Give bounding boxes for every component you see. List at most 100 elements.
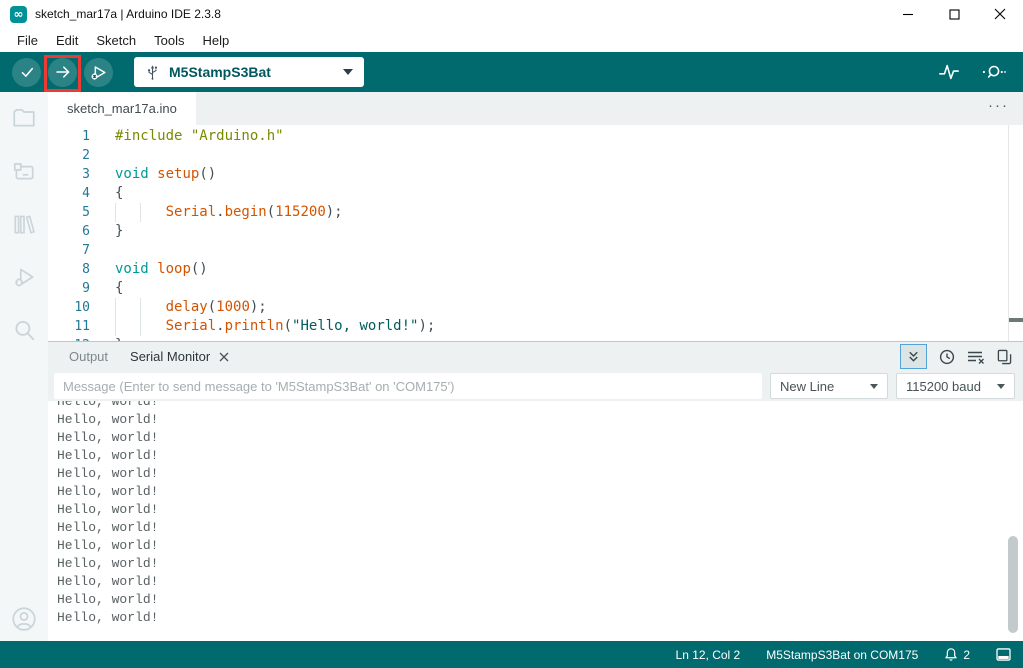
check-icon: [18, 63, 36, 81]
line-number: 5: [82, 205, 90, 220]
tab-serial-monitor[interactable]: Serial Monitor: [119, 349, 240, 364]
panel-tab-bar: Output Serial Monitor: [48, 342, 1023, 371]
line-number: 3: [82, 167, 90, 182]
bell-icon: [944, 647, 958, 662]
line-number: 9: [82, 281, 90, 296]
serial-plotter-button[interactable]: [937, 61, 961, 83]
serial-output-line: Hello, world!: [57, 574, 159, 589]
cursor-overview-marker: [1009, 318, 1023, 322]
indent-guide: [140, 317, 165, 336]
sidebar-item-boards-manager[interactable]: [11, 158, 37, 184]
chevron-down-icon: [997, 383, 1005, 389]
toggle-timestamp-button[interactable]: [939, 349, 955, 365]
serial-output-line: Hello, world!: [57, 538, 159, 553]
serial-input-row: New Line 115200 baud: [48, 371, 1023, 401]
arrow-right-icon: [54, 63, 72, 81]
main-toolbar: M5StampS3Bat: [0, 52, 1023, 92]
clock-icon: [939, 349, 955, 365]
code-editor[interactable]: 1 #include "Arduino.h" 2 3 void setup() 4{5 Se…: [48, 125, 1023, 341]
code-line: 2: [48, 146, 1023, 165]
line-number: 1: [82, 129, 90, 144]
debug-button[interactable]: [84, 57, 113, 87]
board-selector-label: M5StampS3Bat: [169, 64, 271, 80]
toggle-autoscroll-button[interactable]: [900, 344, 927, 369]
code-line: 10 delay(1000);: [48, 298, 1023, 317]
sidebar-item-library-manager[interactable]: [11, 211, 37, 237]
line-ending-value: New Line: [780, 378, 835, 394]
sidebar-item-sketchbook[interactable]: [11, 105, 37, 131]
tab-sketch-mar17a-ino[interactable]: sketch_mar17a.ino: [48, 92, 196, 125]
maximize-button[interactable]: [931, 0, 977, 28]
menu-item-file[interactable]: File: [8, 31, 47, 50]
menu-item-help[interactable]: Help: [193, 31, 238, 50]
chevron-down-icon: [343, 69, 353, 75]
line-ending-select[interactable]: New Line: [770, 373, 888, 399]
baud-rate-select[interactable]: 115200 baud: [896, 373, 1015, 399]
code-line: 9{: [48, 279, 1023, 298]
notification-count: 2: [963, 647, 970, 662]
serial-monitor-button[interactable]: [981, 61, 1007, 83]
window-title: sketch_mar17a | Arduino IDE 2.3.8: [35, 7, 221, 21]
indent-guide: [140, 203, 165, 222]
line-number: 4: [82, 186, 90, 201]
code-line: 6}: [48, 222, 1023, 241]
close-icon[interactable]: [219, 352, 229, 362]
editor-scrollbar[interactable]: [1008, 125, 1009, 341]
copy-icon: [997, 349, 1012, 365]
clear-output-button[interactable]: [967, 349, 985, 365]
serial-scrollbar-thumb[interactable]: [1008, 536, 1018, 633]
board-selector[interactable]: M5StampS3Bat: [134, 57, 364, 87]
line-number: 11: [74, 319, 90, 334]
menu-bar: File Edit Sketch Tools Help: [0, 28, 1023, 52]
message-input[interactable]: [54, 373, 762, 399]
code-line: 5 Serial.begin(115200);: [48, 203, 1023, 222]
line-number: 12: [48, 336, 90, 341]
indent-guide: [115, 298, 140, 317]
debug-icon: [89, 63, 108, 82]
double-chevron-down-icon: [906, 349, 921, 364]
tab-label: sketch_mar17a.ino: [67, 101, 177, 116]
editor-tab-bar: sketch_mar17a.ino ···: [48, 92, 1023, 125]
serial-output-line: Hello, world!: [57, 412, 159, 427]
account-icon[interactable]: [10, 605, 38, 633]
menu-item-edit[interactable]: Edit: [47, 31, 87, 50]
menu-item-sketch[interactable]: Sketch: [87, 31, 145, 50]
sidebar-item-debug[interactable]: [11, 264, 37, 290]
title-bar: ∞ sketch_mar17a | Arduino IDE 2.3.8: [0, 0, 1023, 28]
chevron-down-icon: [870, 383, 878, 389]
activity-sidebar: [0, 92, 48, 641]
close-button[interactable]: [977, 0, 1023, 28]
arduino-logo-icon: ∞: [10, 5, 27, 23]
serial-output-area: Hello, world! Hello, world! Hello, world! H…: [48, 401, 1023, 641]
serial-monitor-tab-label: Serial Monitor: [130, 349, 211, 364]
indent-guide: [115, 203, 140, 222]
line-number: 8: [82, 262, 90, 277]
indent-guide: [140, 298, 165, 317]
serial-output-line: Hello, world!: [57, 520, 159, 535]
minimize-button[interactable]: [885, 0, 931, 28]
serial-output-line: Hello, world!: [57, 610, 159, 625]
sidebar-item-search[interactable]: [11, 317, 37, 343]
line-number: 7: [82, 243, 90, 258]
cursor-position[interactable]: Ln 12, Col 2: [676, 648, 741, 662]
toggle-panel-icon: [996, 648, 1011, 661]
serial-output-line: Hello, world!: [57, 430, 159, 445]
code-line: 3 void setup(): [48, 165, 1023, 184]
serial-output-line: Hello, world!: [57, 484, 159, 499]
serial-output-line: Hello, world!: [57, 401, 159, 409]
line-number: 10: [74, 300, 90, 315]
menu-item-tools[interactable]: Tools: [145, 31, 193, 50]
tab-output[interactable]: Output: [58, 349, 119, 364]
notifications-button[interactable]: 2: [944, 647, 970, 662]
board-connection-status: M5StampS3Bat on COM175: [766, 647, 919, 662]
serial-output-line: Hello, world!: [57, 448, 159, 463]
code-line: 11 Serial.println("Hello, world!");: [48, 317, 1023, 336]
code-line: 12}: [48, 336, 1023, 341]
upload-button[interactable]: [48, 57, 77, 87]
verify-button[interactable]: [12, 57, 41, 87]
toggle-panel-button[interactable]: [996, 648, 1011, 661]
copy-output-button[interactable]: [997, 349, 1012, 365]
status-bar: Ln 12, Col 2 M5StampS3Bat on COM175 2: [0, 641, 1023, 668]
tab-overflow-menu[interactable]: ···: [988, 97, 1009, 114]
arduino-ide-window: ∞ sketch_mar17a | Arduino IDE 2.3.8 File…: [0, 0, 1023, 668]
